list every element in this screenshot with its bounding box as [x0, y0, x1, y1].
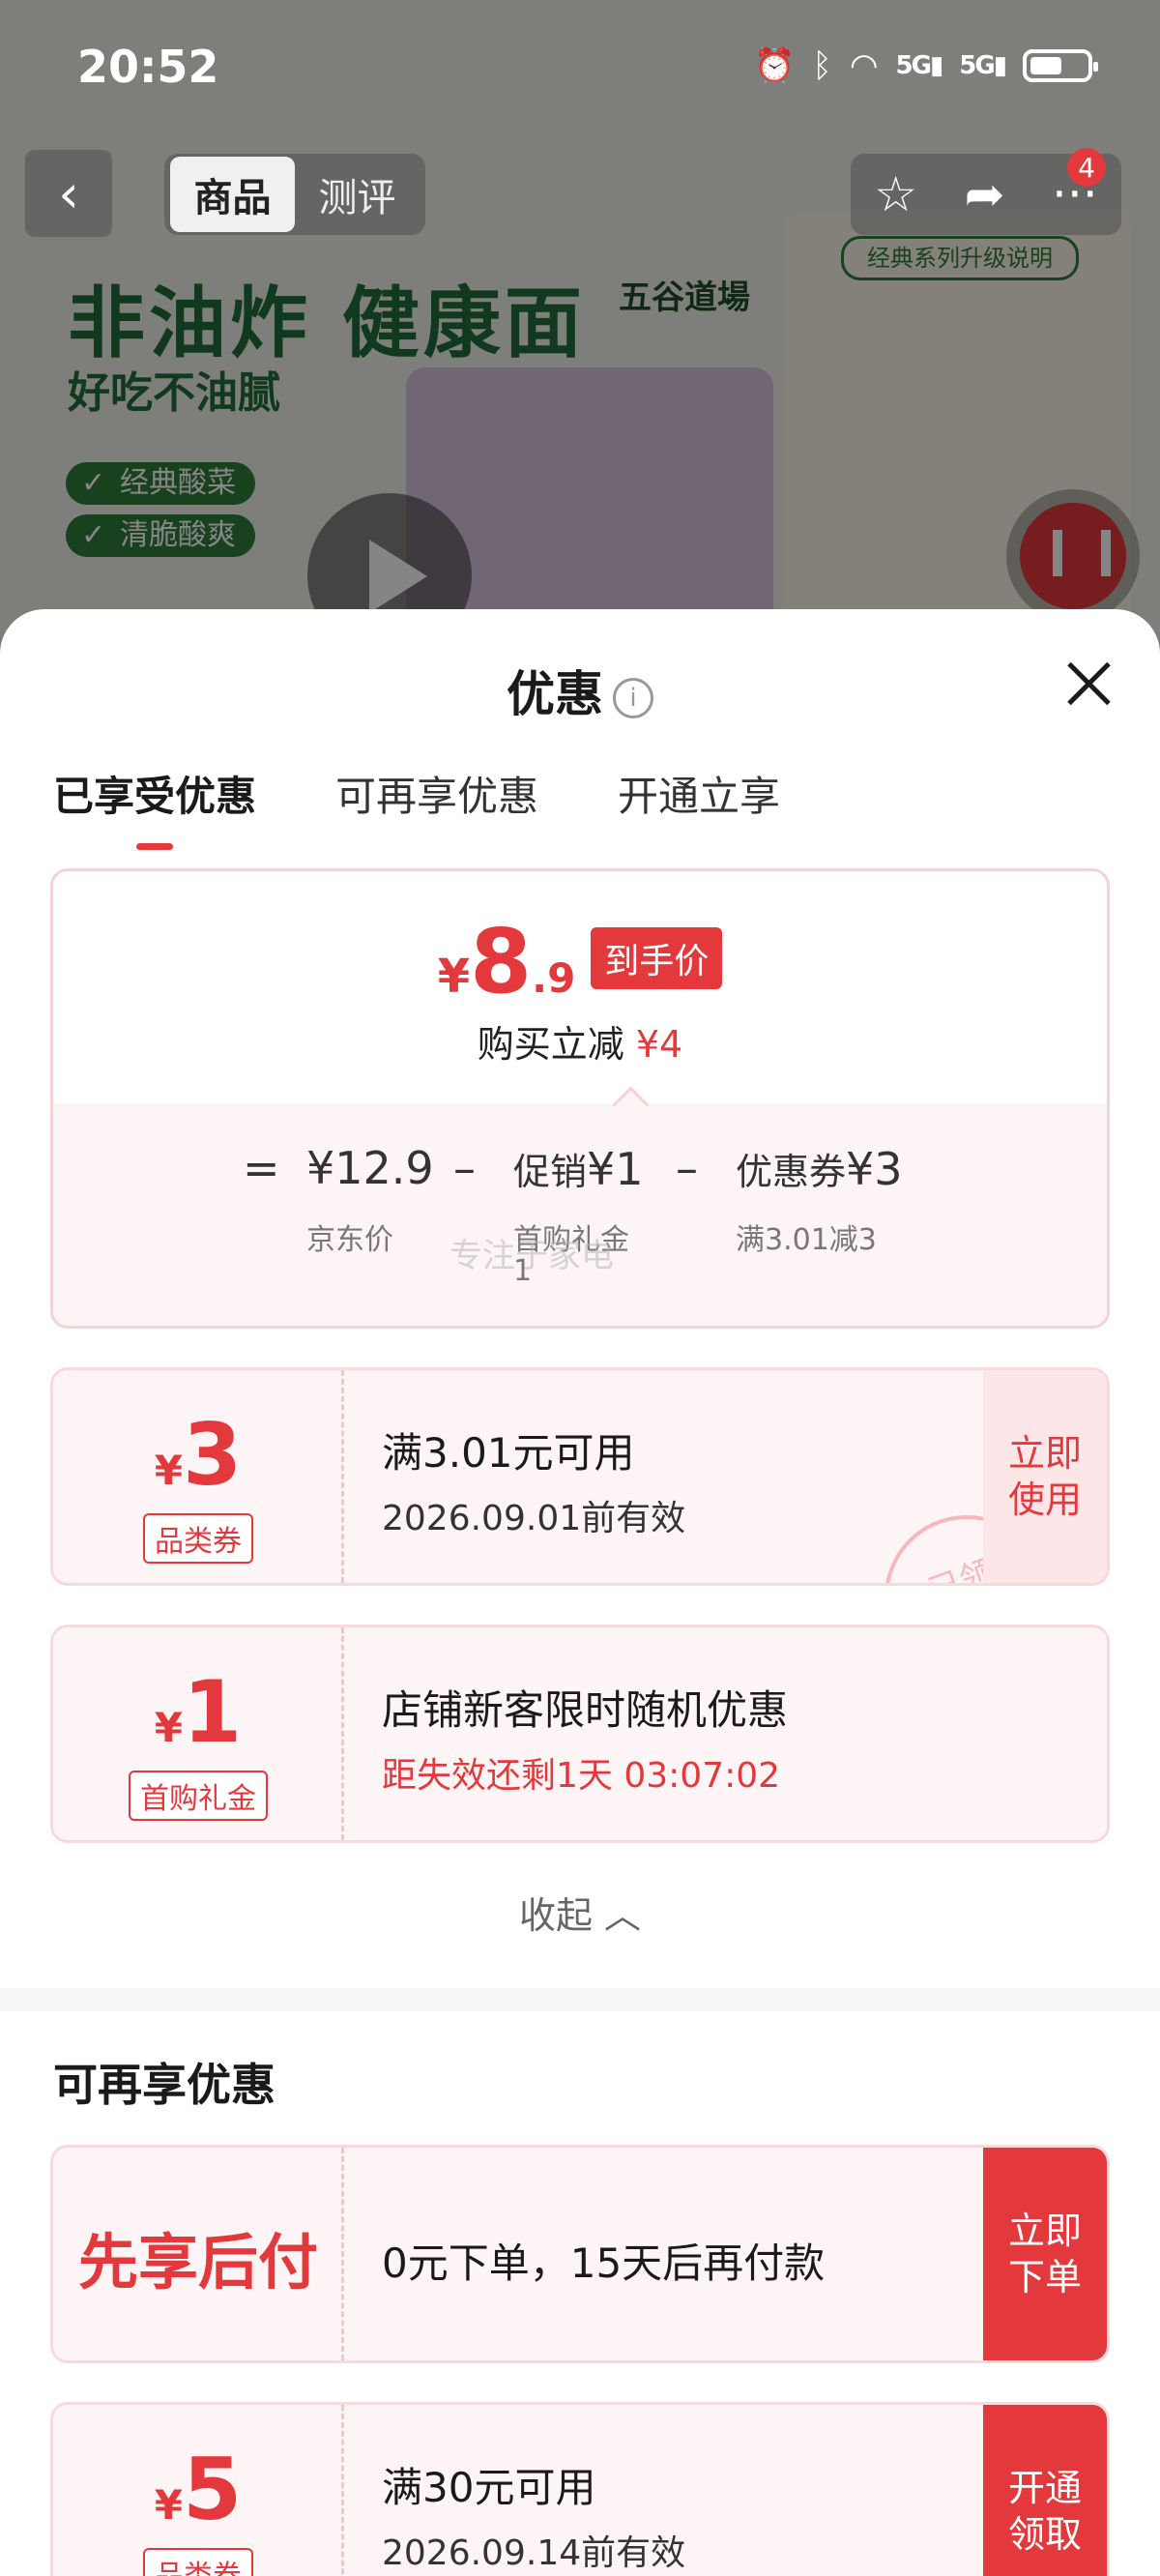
- wifi-icon: ◠: [849, 46, 879, 85]
- coupon-condition: 0元下单，15天后再付款: [382, 2239, 826, 2287]
- coupon-divider: [341, 1370, 344, 1583]
- coupon-divider: [341, 2405, 344, 2576]
- tab-activate[interactable]: 开通立享: [618, 764, 780, 823]
- product-page-background: 非油炸 健康面 好吃不油腻 五谷道場 经典酸菜 清脆酸爽 经典系列升级说明 20…: [0, 0, 1160, 677]
- final-price-integer: 8: [470, 910, 533, 1013]
- instant-reduction: 购买立减 ¥4: [477, 1023, 683, 1066]
- use-now-button[interactable]: 立即使用: [983, 1370, 1107, 1583]
- jd-price: ¥12.9: [306, 1142, 434, 1194]
- tab-product[interactable]: 商品: [170, 157, 295, 232]
- tab-enjoyed[interactable]: 已享受优惠: [53, 764, 256, 823]
- info-icon[interactable]: i: [613, 677, 653, 718]
- coupon-card[interactable]: 先享后付 0元下单，15天后再付款 立即下单: [50, 2145, 1110, 2363]
- coupon-value-area: ¥5 品类券: [53, 2405, 343, 2576]
- sheet-title-text: 优惠: [507, 666, 603, 722]
- coupon-condition: 满3.01元可用: [382, 1429, 635, 1477]
- chevron-up-icon: ︿: [604, 1894, 642, 1937]
- collapse-button[interactable]: 收起 ︿: [0, 1886, 1160, 1939]
- coupon-breakdown: 优惠券¥3: [736, 1143, 903, 1195]
- coupon-countdown: 距失效还剩1天 03:07:02: [382, 1756, 781, 1796]
- signal-icon: 5G▮: [959, 51, 1007, 80]
- top-right-tools: ☆ ➦ ··· 4: [851, 148, 1121, 235]
- section-divider: [0, 1988, 1160, 2011]
- share-icon[interactable]: ➦: [965, 166, 1005, 222]
- coupon-expiry: 2026.09.14前有效: [382, 2533, 686, 2573]
- product-tab-switch: 商品 测评: [164, 154, 425, 235]
- final-price-tag: 到手价: [591, 927, 723, 989]
- order-now-button[interactable]: 立即下单: [983, 2148, 1107, 2360]
- coupon-condition: 店铺新客限时随机优惠: [382, 1686, 789, 1734]
- coupon-card[interactable]: ¥3 品类券 满3.01元可用 2026.09.01前有效 已领 立即使用: [50, 1367, 1110, 1586]
- watermark-text: 专注于家电: [450, 1237, 614, 1275]
- coupon-amount: ¥1: [154, 1662, 243, 1762]
- coupon-value-area: ¥1 首购礼金: [53, 1627, 343, 1840]
- reduction-amount: ¥4: [635, 1023, 683, 1066]
- tab-review[interactable]: 测评: [295, 166, 420, 222]
- activate-claim-button[interactable]: 开通领取: [983, 2405, 1107, 2576]
- status-bar: 20:52 ⏰ ᛒ ◠ 5G▮ 5G▮: [0, 0, 1160, 135]
- coupon-card[interactable]: ¥5 品类券 满30元可用 2026.09.14前有效 开通领取: [50, 2402, 1110, 2576]
- coupon-amount: ¥5: [154, 2440, 243, 2539]
- battery-icon: [1023, 49, 1098, 82]
- discount-tabs: 已享受优惠 可再享优惠 开通立享: [53, 764, 780, 823]
- promo-amount: ¥1: [587, 1143, 644, 1195]
- coupon-amount: ¥3: [846, 1143, 903, 1195]
- product-top-nav: ‹ 商品 测评 ☆ ➦ ··· 4: [0, 148, 1160, 242]
- status-time: 20:52: [77, 41, 219, 93]
- coupon-sub-label: 满3.01减3: [736, 1223, 877, 1257]
- section-title: 可再享优惠: [53, 2059, 276, 2111]
- coupon-condition: 满30元可用: [382, 2464, 596, 2511]
- favorite-star-icon[interactable]: ☆: [874, 166, 917, 222]
- equals-sign: =: [243, 1142, 280, 1194]
- coupon-expiry: 2026.09.01前有效: [382, 1499, 686, 1538]
- minus-sign: –: [453, 1142, 476, 1194]
- coupon-type-tag: 品类券: [143, 2548, 253, 2576]
- message-badge: 4: [1067, 148, 1106, 187]
- coupon-amount: ¥3: [154, 1405, 243, 1505]
- coupon-divider: [341, 1627, 344, 1840]
- final-price: ¥8.9 到手价: [53, 910, 1107, 1013]
- coupon-type-tag: 首购礼金: [129, 1771, 268, 1821]
- status-icons: ⏰ ᛒ ◠ 5G▮ 5G▮: [754, 46, 1098, 85]
- jd-price-label: 京东价: [306, 1223, 393, 1257]
- promo-breakdown: 促销¥1: [513, 1143, 644, 1195]
- price-summary-card: ¥8.9 到手价 购买立减 ¥4 = ¥12.9 京东价 – 促销¥1 首购礼金 …: [50, 868, 1110, 1329]
- sheet-title: 优惠 i: [0, 656, 1160, 725]
- pay-later-label: 先享后付: [77, 2227, 318, 2298]
- back-button[interactable]: ‹: [25, 150, 112, 237]
- signal-icon: 5G▮: [895, 51, 944, 80]
- tab-more-available[interactable]: 可再享优惠: [335, 764, 538, 823]
- coupon-type-tag: 品类券: [143, 1513, 253, 1564]
- close-button[interactable]: [1065, 659, 1114, 708]
- coupon-value-area: ¥3 品类券: [53, 1370, 343, 1583]
- discount-sheet: 优惠 i 已享受优惠 可再享优惠 开通立享 ¥8.9 到手价 购买立减 ¥4 = ¥…: [0, 609, 1160, 2576]
- minus-sign: –: [676, 1142, 698, 1194]
- bluetooth-icon: ᛒ: [812, 46, 832, 85]
- coupon-card[interactable]: ¥1 首购礼金 店铺新客限时随机优惠 距失效还剩1天 03:07:02: [50, 1625, 1110, 1843]
- alarm-icon: ⏰: [754, 46, 796, 85]
- final-price-decimal: .9: [532, 954, 576, 1002]
- coupon-divider: [341, 2148, 344, 2360]
